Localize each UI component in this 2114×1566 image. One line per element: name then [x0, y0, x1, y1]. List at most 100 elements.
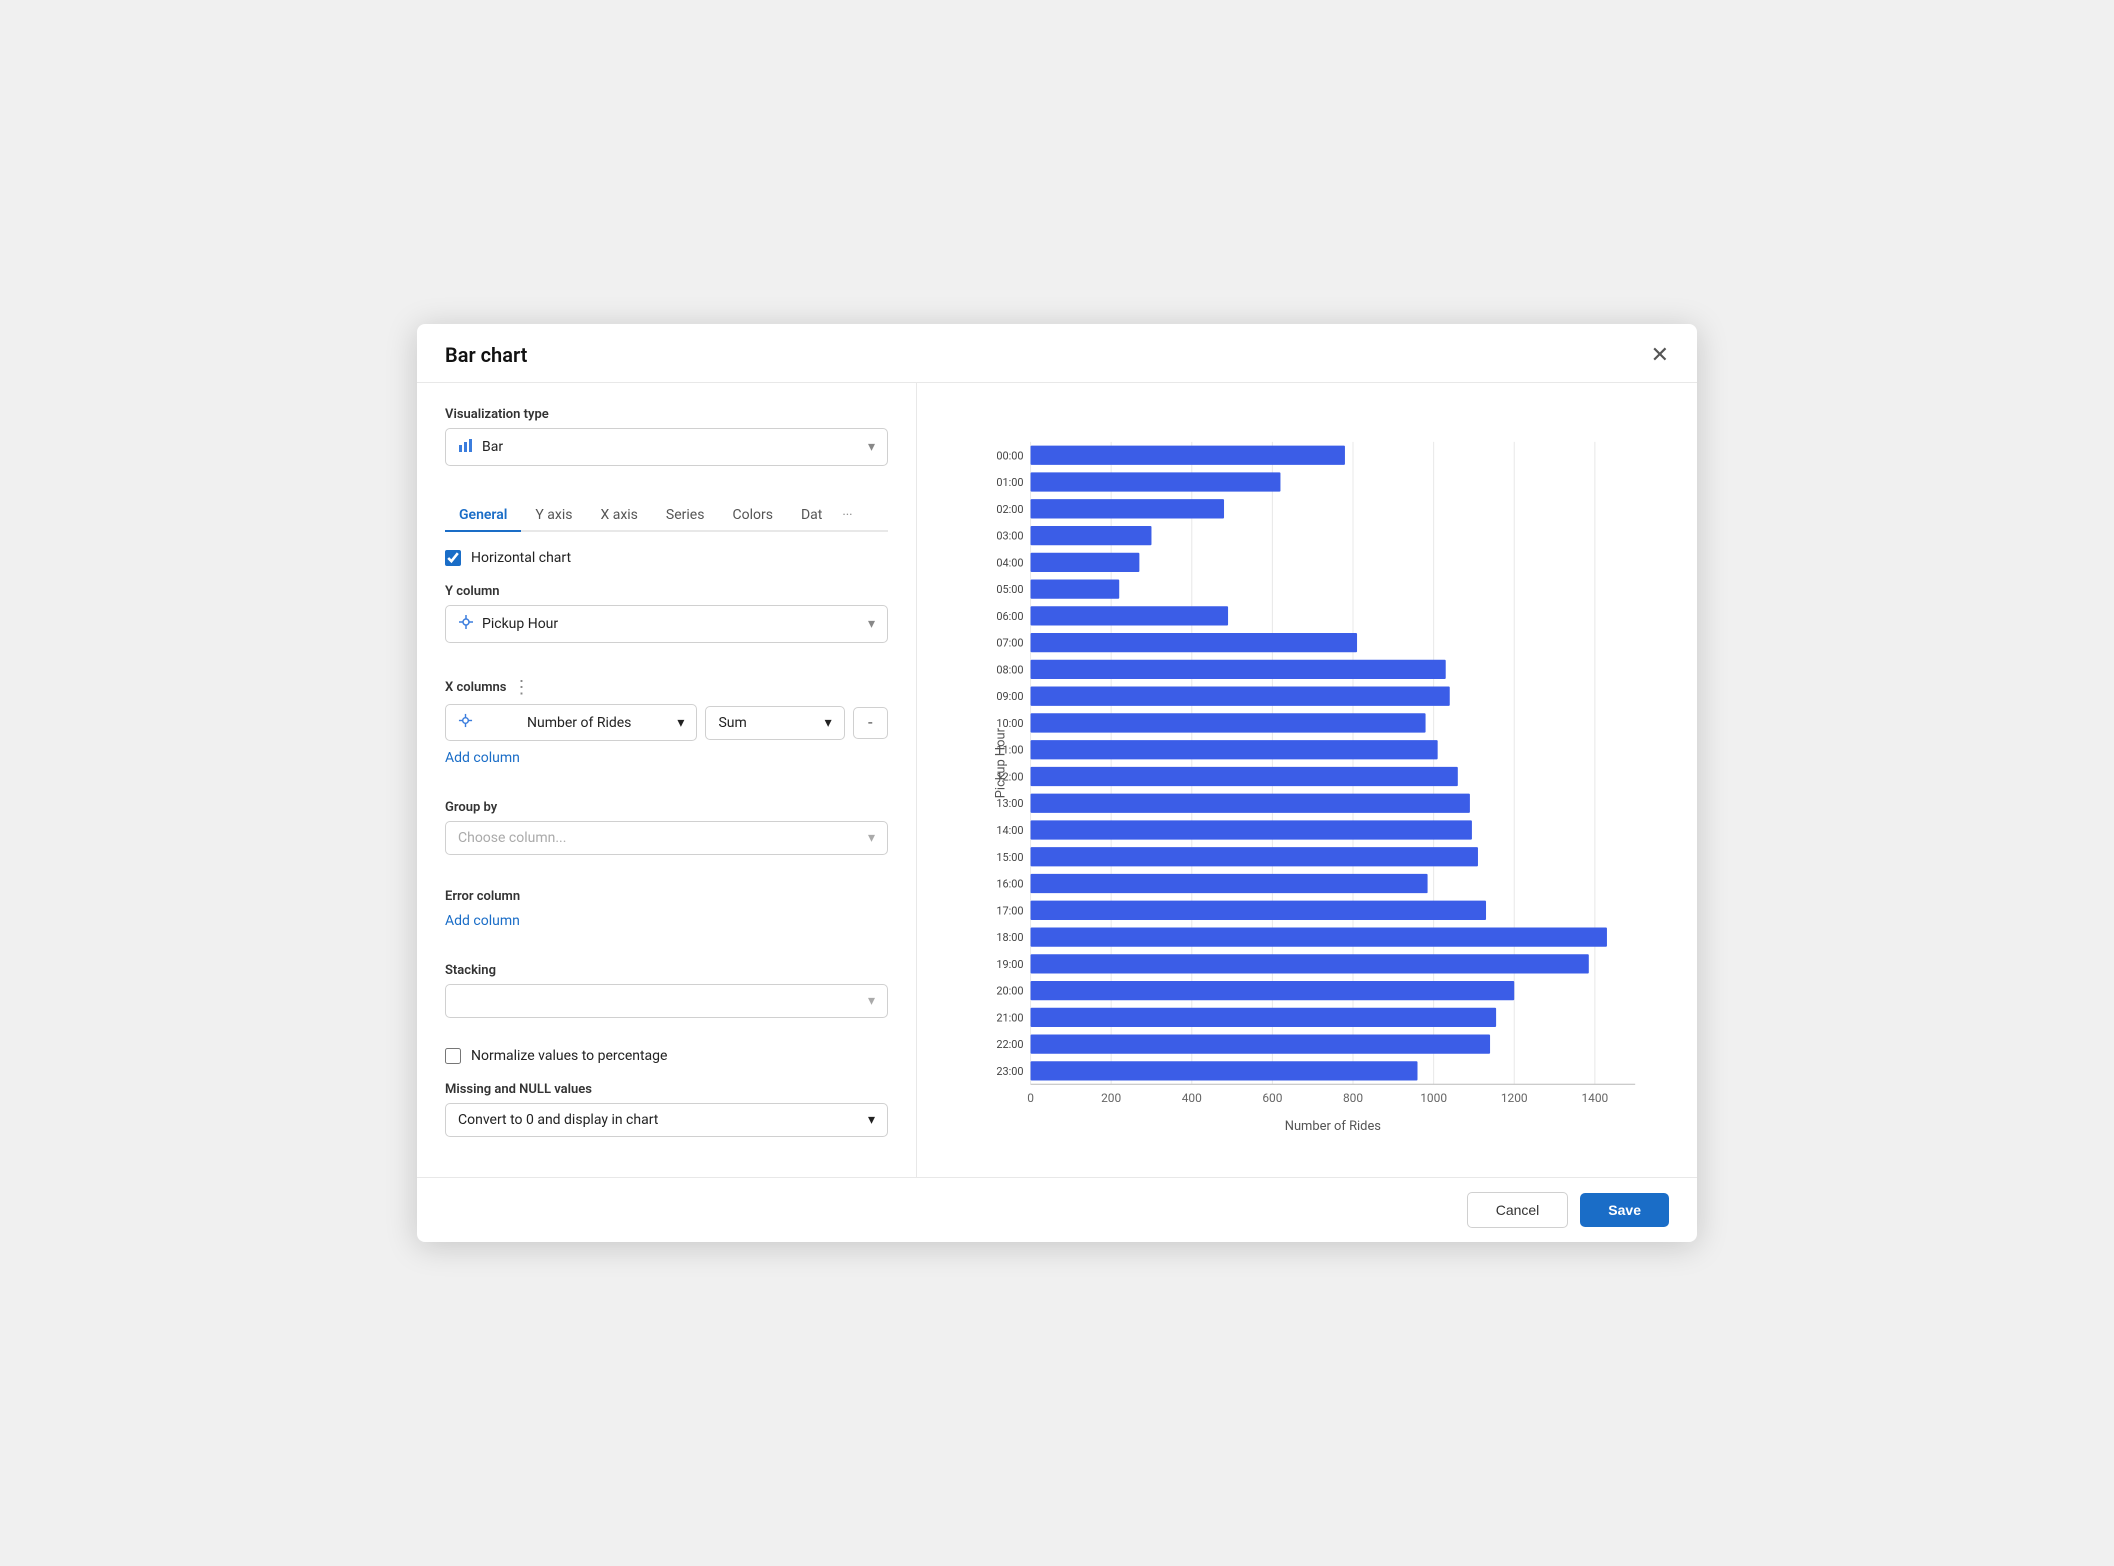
- y-column-icon: [458, 614, 474, 634]
- missing-null-value: Convert to 0 and display in chart: [458, 1112, 658, 1128]
- horizontal-chart-checkbox[interactable]: [445, 550, 461, 566]
- svg-text:1000: 1000: [1420, 1091, 1447, 1105]
- svg-text:23:00: 23:00: [996, 1065, 1023, 1078]
- save-button[interactable]: Save: [1580, 1193, 1669, 1227]
- svg-text:600: 600: [1262, 1091, 1282, 1105]
- horizontal-chart-label: Horizontal chart: [471, 550, 571, 566]
- svg-text:15:00: 15:00: [996, 851, 1023, 864]
- svg-text:02:00: 02:00: [996, 503, 1023, 516]
- missing-null-select[interactable]: Convert to 0 and display in chart ▾: [445, 1103, 888, 1137]
- tab-more-icon[interactable]: ···: [836, 501, 858, 530]
- svg-text:21:00: 21:00: [996, 1011, 1023, 1024]
- close-button[interactable]: ✕: [1651, 342, 1669, 368]
- x-col-value: Number of Rides: [527, 715, 631, 731]
- x-columns-section: X columns ⋮ Number of Rides ▾ Sum ▾: [445, 677, 888, 784]
- x-col-chevron: ▾: [677, 715, 684, 731]
- x-columns-dots[interactable]: ⋮: [512, 677, 531, 698]
- error-column-section: Error column Add column: [445, 889, 888, 947]
- y-column-label: Y column: [445, 584, 888, 599]
- agg-chevron: ▾: [825, 715, 832, 731]
- svg-text:18:00: 18:00: [996, 931, 1023, 944]
- agg-select[interactable]: Sum ▾: [705, 706, 844, 740]
- svg-text:19:00: 19:00: [996, 958, 1023, 971]
- remove-x-col-button[interactable]: -: [853, 707, 888, 739]
- stacking-select[interactable]: ▾: [445, 984, 888, 1018]
- modal-body: Visualization type Bar ▾ General Y axis …: [417, 383, 1697, 1177]
- normalize-row: Normalize values to percentage: [445, 1048, 888, 1064]
- modal-footer: Cancel Save: [417, 1177, 1697, 1242]
- svg-text:08:00: 08:00: [996, 663, 1023, 676]
- missing-null-section: Missing and NULL values Convert to 0 and…: [445, 1082, 888, 1137]
- svg-text:07:00: 07:00: [996, 637, 1023, 650]
- svg-text:04:00: 04:00: [996, 556, 1023, 569]
- x-col-icon: [458, 713, 473, 732]
- viz-type-value: Bar: [482, 439, 868, 455]
- svg-text:03:00: 03:00: [996, 530, 1023, 543]
- x-add-column-link[interactable]: Add column: [445, 750, 520, 766]
- tab-xaxis[interactable]: X axis: [586, 500, 651, 532]
- normalize-checkbox[interactable]: [445, 1048, 461, 1064]
- viz-type-label: Visualization type: [445, 407, 888, 422]
- left-panel: Visualization type Bar ▾ General Y axis …: [417, 383, 917, 1177]
- group-by-label: Group by: [445, 800, 888, 815]
- stacking-section: Stacking ▾: [445, 963, 888, 1032]
- tab-series[interactable]: Series: [652, 500, 719, 532]
- tabs-row: General Y axis X axis Series Colors Dat …: [445, 500, 888, 532]
- x-col-row: Number of Rides ▾ Sum ▾ -: [445, 704, 888, 741]
- stacking-label: Stacking: [445, 963, 888, 978]
- svg-text:06:00: 06:00: [996, 610, 1023, 623]
- error-column-label: Error column: [445, 889, 888, 904]
- svg-text:1400: 1400: [1581, 1091, 1608, 1105]
- normalize-label: Normalize values to percentage: [471, 1048, 667, 1064]
- stacking-chevron: ▾: [868, 993, 875, 1009]
- y-column-select[interactable]: Pickup Hour ▾: [445, 605, 888, 643]
- group-by-select[interactable]: Choose column... ▾: [445, 821, 888, 855]
- x-col-select[interactable]: Number of Rides ▾: [445, 704, 697, 741]
- svg-text:16:00: 16:00: [996, 878, 1023, 891]
- viz-type-section: Visualization type Bar ▾: [445, 407, 888, 484]
- bar-chart-icon: [458, 437, 474, 457]
- cancel-button[interactable]: Cancel: [1467, 1192, 1569, 1228]
- svg-text:17:00: 17:00: [996, 904, 1023, 917]
- tab-dat[interactable]: Dat: [787, 500, 836, 532]
- svg-text:05:00: 05:00: [996, 583, 1023, 596]
- chart-container: 0 200 400 600 800 1000 1200 1400 00:00 01:00 02:00…: [949, 411, 1665, 1149]
- right-panel: 0 200 400 600 800 1000 1200 1400 00:00 01:00 02:00…: [917, 383, 1697, 1177]
- svg-text:00:00: 00:00: [996, 449, 1023, 462]
- svg-text:20:00: 20:00: [996, 985, 1023, 998]
- tab-yaxis[interactable]: Y axis: [521, 500, 586, 532]
- group-by-placeholder: Choose column...: [458, 830, 566, 846]
- svg-text:0: 0: [1027, 1091, 1034, 1105]
- x-columns-label: X columns: [445, 680, 506, 695]
- svg-text:09:00: 09:00: [996, 690, 1023, 703]
- y-column-section: Y column Pickup Hour ▾: [445, 584, 888, 661]
- y-column-value: Pickup Hour: [482, 616, 868, 632]
- bar-chart-svg: 0 200 400 600 800 1000 1200 1400 00:00 01:00 02:00…: [949, 411, 1665, 1149]
- modal-title: Bar chart: [445, 343, 527, 367]
- viz-type-select[interactable]: Bar ▾: [445, 428, 888, 466]
- missing-null-label: Missing and NULL values: [445, 1082, 888, 1097]
- viz-type-chevron: ▾: [868, 439, 875, 455]
- tab-general[interactable]: General: [445, 500, 521, 532]
- svg-text:01:00: 01:00: [996, 476, 1023, 489]
- svg-text:14:00: 14:00: [996, 824, 1023, 837]
- svg-text:1200: 1200: [1501, 1091, 1528, 1105]
- svg-text:Number of Rides: Number of Rides: [1285, 1119, 1382, 1134]
- tab-colors[interactable]: Colors: [718, 500, 786, 532]
- svg-text:10:00: 10:00: [996, 717, 1023, 730]
- missing-null-chevron: ▾: [868, 1112, 875, 1128]
- svg-text:Pickup Hour: Pickup Hour: [994, 727, 1009, 798]
- svg-text:200: 200: [1101, 1091, 1121, 1105]
- group-by-chevron: ▾: [868, 830, 875, 846]
- agg-value: Sum: [718, 715, 746, 731]
- group-by-section: Group by Choose column... ▾: [445, 800, 888, 873]
- svg-text:22:00: 22:00: [996, 1038, 1023, 1051]
- y-column-chevron: ▾: [868, 616, 875, 632]
- svg-text:800: 800: [1343, 1091, 1363, 1105]
- x-columns-header: X columns ⋮: [445, 677, 888, 698]
- modal-header: Bar chart ✕: [417, 324, 1697, 383]
- error-add-column-link[interactable]: Add column: [445, 913, 520, 929]
- bar-chart-modal: Bar chart ✕ Visualization type Bar ▾ Gen…: [417, 324, 1697, 1242]
- horizontal-chart-row: Horizontal chart: [445, 550, 888, 566]
- svg-text:400: 400: [1182, 1091, 1202, 1105]
